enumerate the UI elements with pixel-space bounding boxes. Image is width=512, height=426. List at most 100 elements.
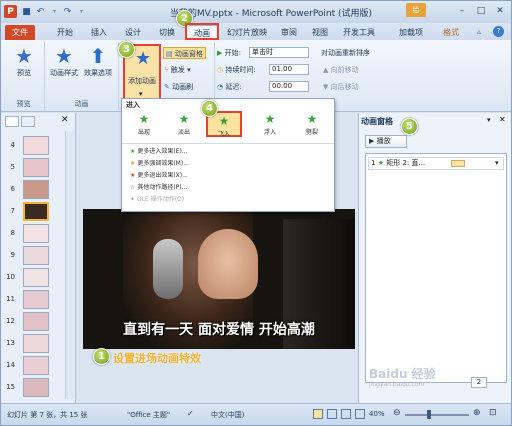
- slide-main[interactable]: 直到有一天 面对爱情 开始高潮: [83, 209, 355, 349]
- move-earlier-button[interactable]: ▲ 向前移动: [323, 64, 359, 76]
- preview-button[interactable]: ★ 预览: [7, 44, 41, 94]
- effect-float-in[interactable]: ★ 浮入: [252, 111, 288, 137]
- ribbon-minimize-icon[interactable]: ▵: [477, 27, 481, 36]
- zoom-slider[interactable]: [405, 414, 469, 416]
- help-icon[interactable]: ?: [493, 26, 504, 37]
- fly-in-star-icon: ★: [377, 159, 384, 167]
- more-exit-item[interactable]: ★ 更多退出效果(X)...: [130, 170, 188, 181]
- save-icon[interactable]: ■: [20, 5, 33, 18]
- tab-view[interactable]: 视图: [307, 25, 333, 40]
- close-icon[interactable]: ✕: [61, 115, 69, 125]
- callout-5: 5: [401, 118, 418, 135]
- tab-home[interactable]: 开始: [51, 25, 79, 40]
- more-entrance-item[interactable]: ★ 更多进入效果(E)...: [130, 146, 188, 157]
- zoom-slider-thumb[interactable]: [427, 410, 431, 419]
- effect-appear[interactable]: ★ 出现: [126, 111, 162, 137]
- ole-icon: ✦: [130, 196, 136, 203]
- effect-fade[interactable]: ★ 淡出: [166, 111, 202, 137]
- slide-thumb[interactable]: 6: [5, 179, 71, 201]
- slide-number: 5: [10, 163, 15, 171]
- close-icon[interactable]: ✕: [499, 115, 506, 124]
- slide-number: 6: [10, 185, 15, 193]
- customize-toolbar-icon[interactable]: ▾: [75, 5, 88, 18]
- slides-tab[interactable]: [5, 116, 19, 127]
- animation-list-item[interactable]: 1 ★ 矩形 2: 直... ▾: [368, 157, 504, 170]
- minimize-icon[interactable]: –: [453, 4, 471, 18]
- title-bar: P ■ ↶ ▾ ↷ ▾ 当我的MV.pptx - Microsoft Power…: [1, 1, 511, 23]
- context-tool-badge: 绘: [406, 3, 426, 17]
- slide-number: 8: [10, 229, 15, 237]
- slide-info: 幻灯片 第 7 张，共 15 张: [7, 411, 88, 419]
- effect-label: 飞入: [217, 131, 230, 138]
- fit-window-icon[interactable]: ⊡: [489, 408, 497, 418]
- slide-thumb[interactable]: 9: [5, 245, 71, 267]
- duration-label: ◷ 持续时间:: [217, 66, 256, 74]
- tab-file[interactable]: 文件: [5, 25, 35, 40]
- slide-thumb[interactable]: 12: [5, 311, 71, 333]
- spell-check-icon[interactable]: ✓: [187, 409, 194, 418]
- tab-addins[interactable]: 加载项: [395, 25, 427, 40]
- slide-image: [23, 356, 49, 375]
- chevron-down-icon[interactable]: ▾: [48, 5, 61, 18]
- path-star-icon: ☆: [130, 184, 136, 191]
- slide-image: [23, 312, 49, 331]
- slide-thumbnails-pane[interactable]: ✕ 4 5 6 7 8 9 10 11 12 13 14 15: [1, 113, 76, 403]
- delay-input[interactable]: 00.00: [269, 81, 309, 92]
- tab-slideshow[interactable]: 幻灯片放映: [225, 25, 269, 40]
- move-earlier-label: 向前移动: [330, 66, 359, 74]
- outline-tab[interactable]: [21, 116, 35, 127]
- zoom-level[interactable]: 40%: [369, 410, 385, 418]
- duration-label-text: 持续时间:: [225, 66, 256, 74]
- slide-thumb-selected[interactable]: 7: [5, 201, 71, 223]
- start-label: ▶ 开始:: [217, 49, 241, 57]
- pane-menu-icon[interactable]: ▾: [487, 116, 491, 124]
- play-button[interactable]: ▶ 播放: [365, 135, 407, 148]
- tab-developer[interactable]: 开发工具: [339, 25, 379, 40]
- slide-image: [23, 246, 49, 265]
- delay-label-text: 延迟:: [225, 83, 242, 91]
- duration-input[interactable]: 01.00: [269, 64, 309, 75]
- maximize-icon[interactable]: □: [472, 4, 490, 18]
- slide-thumb[interactable]: 14: [5, 355, 71, 377]
- effect-label: 淡出: [177, 129, 190, 136]
- slide-image: [23, 136, 49, 155]
- tab-format[interactable]: 格式: [437, 25, 465, 40]
- effect-split[interactable]: ★ 劈裂: [294, 111, 330, 137]
- page-number-field[interactable]: 2: [471, 377, 487, 388]
- close-icon[interactable]: ✕: [491, 4, 509, 18]
- animation-list[interactable]: 1 ★ 矩形 2: 直... ▾: [365, 153, 507, 383]
- zoom-in-icon[interactable]: ⊕: [473, 408, 481, 418]
- normal-view-icon[interactable]: [313, 409, 323, 419]
- undo-icon[interactable]: ↶: [34, 5, 47, 18]
- animation-styles-button[interactable]: ★ 动画样式: [47, 44, 81, 94]
- exit-star-icon: ★: [130, 172, 136, 179]
- slide-thumb[interactable]: 15: [5, 377, 71, 399]
- slide-thumb[interactable]: 8: [5, 223, 71, 245]
- slide-thumb[interactable]: 11: [5, 289, 71, 311]
- callout-4: 4: [201, 100, 218, 117]
- more-emphasis-item[interactable]: ★ 更多强调效果(M)...: [130, 158, 189, 169]
- tab-insert[interactable]: 插入: [85, 25, 113, 40]
- chevron-down-icon[interactable]: ▾: [495, 158, 499, 169]
- slide-thumb[interactable]: 10: [5, 267, 71, 289]
- slide-thumb[interactable]: 5: [5, 157, 71, 179]
- slide-thumb[interactable]: 4: [5, 135, 71, 157]
- slide-thumb[interactable]: 13: [5, 333, 71, 355]
- zoom-out-icon[interactable]: ⊖: [393, 408, 401, 418]
- slideshow-view-icon[interactable]: [355, 409, 365, 419]
- start-select[interactable]: 单击时: [249, 47, 309, 58]
- move-later-button[interactable]: ▼ 向后移动: [323, 81, 359, 93]
- effect-options-button[interactable]: ⬆ 效果选项: [81, 44, 115, 94]
- slide-number: 9: [10, 251, 15, 259]
- animation-pane: 动画窗格 ▾ ✕ ▶ 播放 1 ★ 矩形 2: 直... ▾ 2 Baidu 经…: [358, 113, 511, 403]
- reading-view-icon[interactable]: [341, 409, 351, 419]
- sorter-view-icon[interactable]: [327, 409, 337, 419]
- pane-title: 动画窗格: [361, 117, 393, 126]
- tab-transitions[interactable]: 切换: [153, 25, 181, 40]
- effect-label: 浮入: [263, 129, 276, 136]
- tab-design[interactable]: 设计: [119, 25, 147, 40]
- redo-icon[interactable]: ↷: [61, 5, 74, 18]
- more-motion-paths-item[interactable]: ☆ 其他动作路径(P)...: [130, 182, 187, 193]
- language[interactable]: 中文(中国): [211, 410, 244, 420]
- tab-review[interactable]: 审阅: [276, 25, 302, 40]
